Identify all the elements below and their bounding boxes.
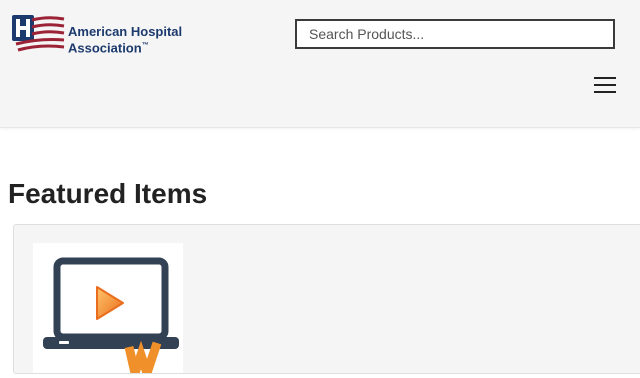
section-title: Featured Items	[8, 178, 208, 209]
aha-logo-icon	[12, 15, 65, 52]
search-input[interactable]	[295, 19, 615, 49]
menu-bar	[594, 84, 616, 86]
logo-trademark: ™	[141, 42, 149, 49]
menu-bar	[594, 77, 616, 79]
logo-line-2: Association	[68, 40, 142, 56]
laptop-video-play-icon	[43, 257, 179, 378]
menu-bar	[594, 91, 616, 93]
site-header: American Hospital Association™	[0, 0, 640, 128]
aha-logo[interactable]: American Hospital Association™	[10, 14, 190, 55]
featured-item-card[interactable]	[33, 243, 183, 378]
logo-line-2-wrap: Association™	[68, 39, 182, 55]
logo-wordmark: American Hospital Association™	[68, 25, 182, 55]
hamburger-menu-icon[interactable]	[594, 74, 622, 96]
logo-line-1: American Hospital	[68, 24, 183, 39]
